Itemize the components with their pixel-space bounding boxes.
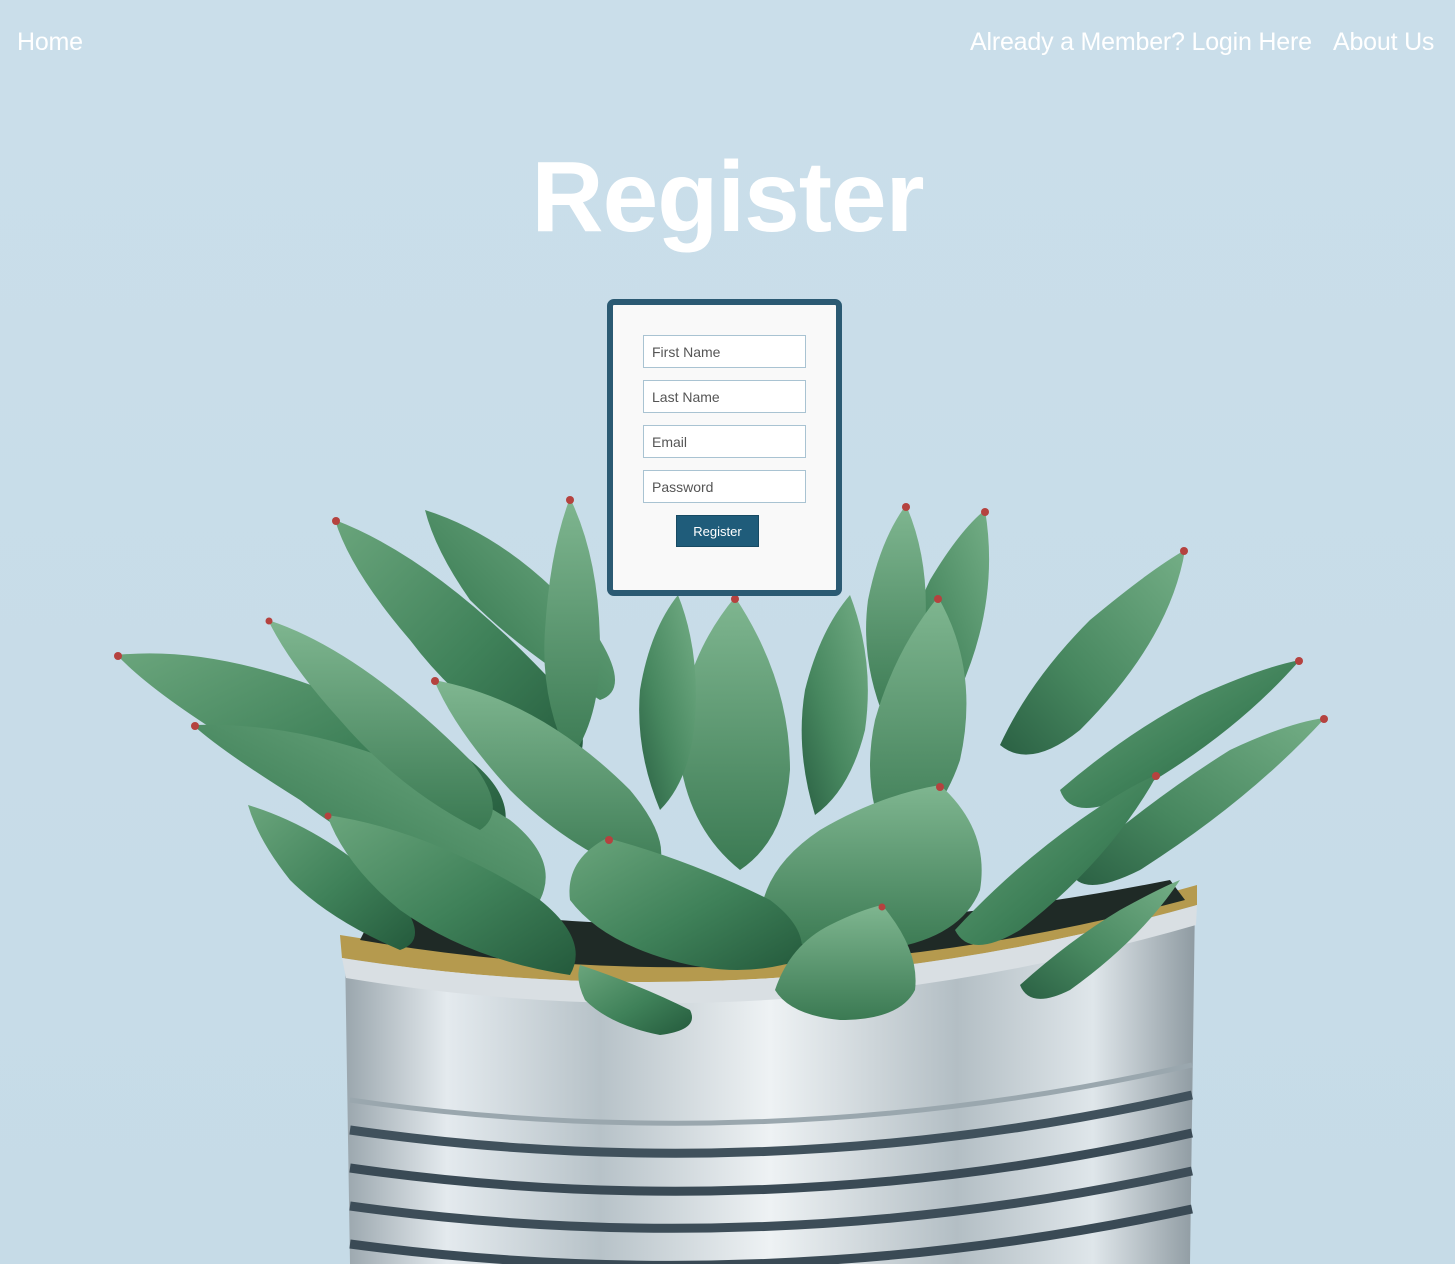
password-input[interactable] <box>643 470 806 503</box>
email-input[interactable] <box>643 425 806 458</box>
page-title: Register <box>531 141 924 253</box>
register-button[interactable]: Register <box>676 515 759 547</box>
last-name-input[interactable] <box>643 380 806 413</box>
nav-home-link[interactable]: Home <box>17 28 83 57</box>
nav-about-link[interactable]: About Us <box>1333 28 1434 57</box>
register-form-card: Register <box>607 299 842 596</box>
first-name-input[interactable] <box>643 335 806 368</box>
nav-login-link[interactable]: Already a Member? Login Here <box>970 28 1312 57</box>
